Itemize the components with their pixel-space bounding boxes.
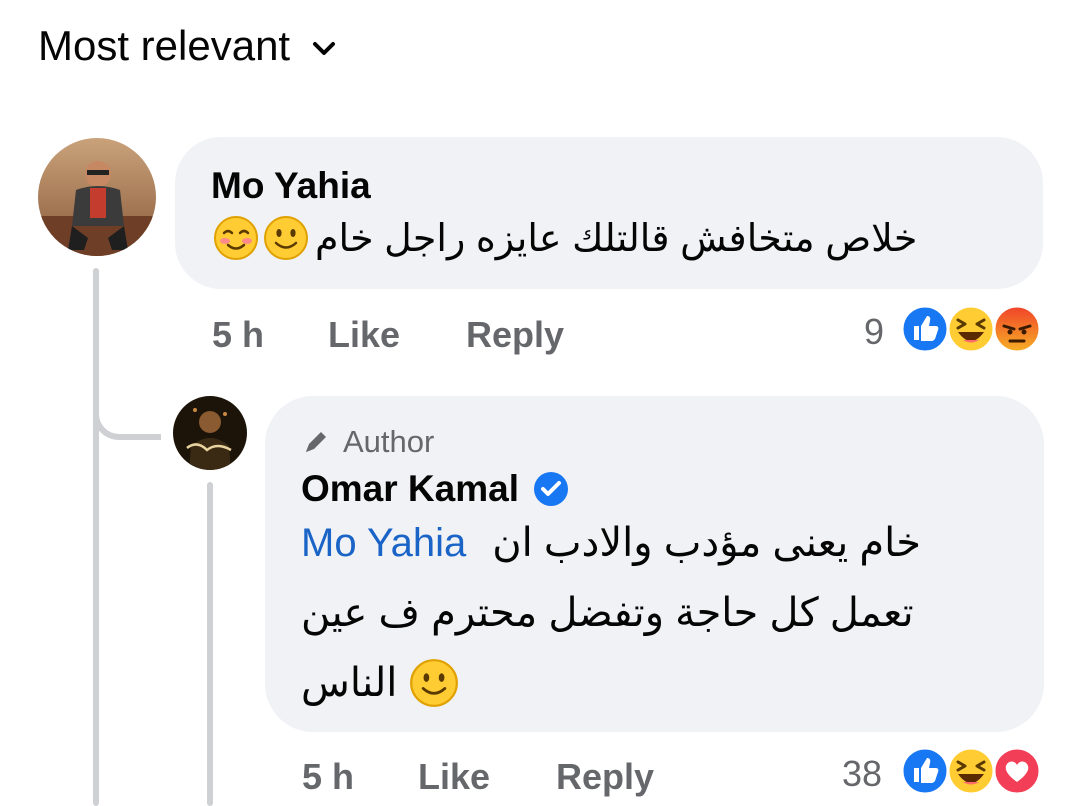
reply-author-row: Omar Kamal xyxy=(301,468,569,510)
reply-author[interactable]: Omar Kamal xyxy=(301,468,519,510)
pencil-icon xyxy=(306,432,326,452)
comment-time[interactable]: 5 h xyxy=(212,314,264,356)
avatar[interactable] xyxy=(38,138,156,256)
sort-label: Most relevant xyxy=(38,22,291,69)
verified-badge-icon xyxy=(534,472,568,506)
reply-line-3: الناس xyxy=(301,658,459,708)
reply-thread-line xyxy=(207,482,213,806)
reply-reply-button[interactable]: Reply xyxy=(556,756,654,798)
reply-line-2: تعمل كل حاجة وتفضل محترم ف عين xyxy=(301,591,914,635)
author-badge-label: Author xyxy=(343,424,435,459)
smiling-face-icon xyxy=(410,659,459,707)
comment-text-row: خلاص متخافش قالتلك عايزه راجل خام xyxy=(213,215,917,261)
comment-reply-button[interactable]: Reply xyxy=(466,314,564,356)
smiling-face-icon xyxy=(264,216,308,260)
comment-author[interactable]: Mo Yahia xyxy=(211,165,371,207)
reply-reaction-count[interactable]: 38 xyxy=(842,753,882,795)
avatar[interactable] xyxy=(173,396,247,470)
comment-reaction-count[interactable]: 9 xyxy=(864,311,884,353)
reply-text-3: الناس xyxy=(301,661,398,705)
sort-selector[interactable]: Most relevant xyxy=(38,22,336,70)
comment-text: خلاص متخافش قالتلك عايزه راجل خام xyxy=(315,217,918,260)
mention-link[interactable]: Mo Yahia xyxy=(301,521,466,566)
comment-like-button[interactable]: Like xyxy=(328,314,400,356)
love-reaction-icon[interactable] xyxy=(992,746,1042,796)
like-reaction-icon[interactable] xyxy=(900,746,950,796)
blushing-face-icon xyxy=(214,216,258,260)
comment-bubble[interactable]: Mo Yahia خلاص متخافش قالتلك عايزه راجل خ… xyxy=(175,137,1043,289)
reply-bubble[interactable]: Author Omar Kamal Mo Yahia خام يعنى مؤدب… xyxy=(265,396,1044,732)
reply-text-1: خام يعنى مؤدب والادب ان xyxy=(492,521,922,565)
like-reaction-icon[interactable] xyxy=(900,304,950,354)
haha-reaction-icon[interactable] xyxy=(946,304,996,354)
reply-line-1: Mo Yahia خام يعنى مؤدب والادب ان xyxy=(301,520,921,566)
haha-reaction-icon[interactable] xyxy=(946,746,996,796)
reply-time[interactable]: 5 h xyxy=(302,756,354,798)
author-badge: Author xyxy=(301,424,434,460)
angry-reaction-icon[interactable] xyxy=(992,304,1042,354)
thread-elbow xyxy=(93,392,161,440)
reply-like-button[interactable]: Like xyxy=(418,756,490,798)
thread-line xyxy=(93,268,99,806)
chevron-down-icon xyxy=(313,42,336,55)
